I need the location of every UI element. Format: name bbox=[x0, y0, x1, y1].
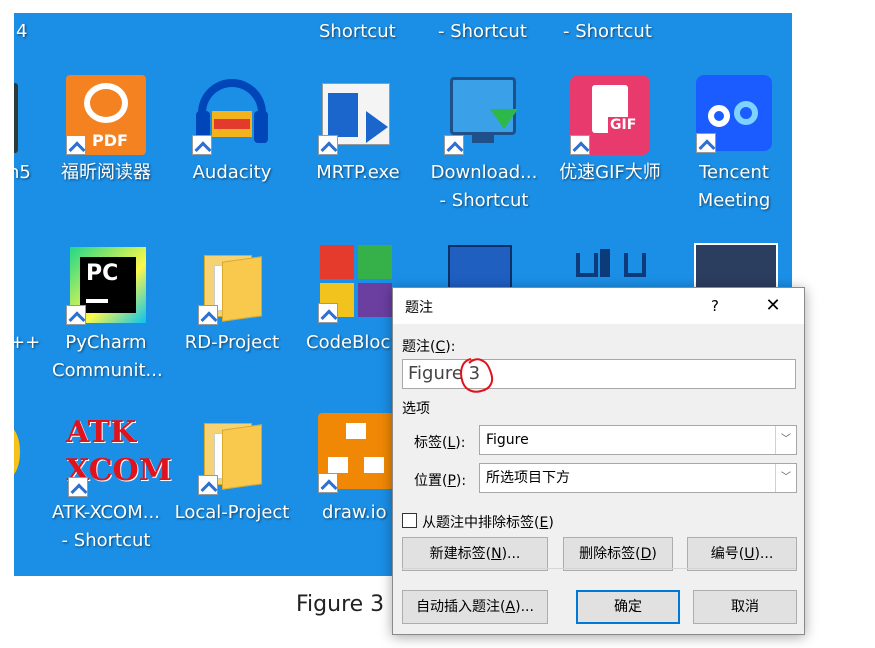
shortcut-arrow-icon bbox=[192, 135, 212, 155]
exclude-label-text[interactable]: 从题注中排除标签(E) bbox=[422, 512, 554, 532]
atk-text: ATK bbox=[66, 415, 137, 450]
help-button[interactable]: ? bbox=[701, 292, 729, 320]
desktop-icon-label[interactable]: - Shortcut bbox=[44, 527, 168, 555]
caption-dialog: 题注 ? ✕ 题注(C): Figure 3 选项 标签(L): Figure … bbox=[392, 287, 805, 635]
mrtp-exe-icon[interactable] bbox=[318, 83, 398, 155]
red-annotation-circle-icon bbox=[460, 358, 494, 393]
new-label-button[interactable]: 新建标签(N)... bbox=[402, 537, 548, 571]
download-shortcut-icon[interactable] bbox=[444, 75, 524, 155]
gif-text: GIF bbox=[608, 117, 639, 133]
label-field-label: 标签(L): bbox=[414, 435, 466, 451]
shortcut-arrow-icon bbox=[570, 135, 590, 155]
shortcut-arrow-icon bbox=[66, 135, 86, 155]
desktop-icon-label[interactable]: - Shortcut bbox=[426, 187, 542, 215]
desktop-icon-label[interactable]: Communit... bbox=[52, 357, 163, 385]
position-field-label: 位置(P): bbox=[414, 473, 467, 489]
desktop-label: 4 bbox=[16, 21, 28, 42]
chevron-down-icon[interactable]: ﹀ bbox=[775, 426, 796, 454]
desktop-icon-label[interactable]: Meeting bbox=[682, 187, 786, 215]
options-group-label: 选项 bbox=[402, 401, 430, 417]
desktop-label: - Shortcut bbox=[438, 21, 527, 42]
partial-app-icon[interactable] bbox=[14, 83, 18, 153]
desktop-icon-label[interactable]: ATK-XCOM... bbox=[44, 499, 168, 527]
position-select[interactable]: 所选项目下方 ﹀ bbox=[479, 463, 797, 493]
numbering-button[interactable]: 编号(U)... bbox=[687, 537, 797, 571]
position-select-value: 所选项目下方 bbox=[486, 470, 570, 486]
desktop-label: Shortcut bbox=[319, 21, 396, 42]
desktop-icon-label[interactable]: PyCharm bbox=[52, 329, 160, 357]
divider bbox=[402, 568, 796, 569]
atk-xcom-icon[interactable]: ATK XCOM bbox=[64, 415, 172, 499]
pycharm-icon[interactable]: PC bbox=[66, 247, 146, 325]
shortcut-arrow-icon bbox=[198, 475, 218, 495]
delete-label-button[interactable]: 删除标签(D) bbox=[563, 537, 673, 571]
audacity-icon[interactable] bbox=[192, 75, 272, 155]
desktop-icon-label[interactable]: n5 bbox=[14, 159, 31, 187]
shortcut-arrow-icon bbox=[66, 305, 86, 325]
shortcut-arrow-icon bbox=[318, 135, 338, 155]
shortcut-arrow-icon bbox=[318, 473, 338, 493]
caption-label: 题注(C): bbox=[402, 339, 456, 355]
desktop-icon-label[interactable]: Download... bbox=[426, 159, 542, 187]
network-icon[interactable] bbox=[574, 249, 646, 289]
foxit-pdf-icon[interactable]: PDF bbox=[66, 75, 146, 155]
desktop-icon-label[interactable]: CodeBloc bbox=[306, 329, 390, 357]
desktop-icon-label[interactable]: Audacity bbox=[178, 159, 286, 187]
gif-master-icon[interactable]: GIF bbox=[570, 75, 650, 155]
desktop-icon-label[interactable]: Tencent bbox=[682, 159, 786, 187]
tencent-meeting-icon[interactable] bbox=[696, 75, 772, 155]
partial-app-icon[interactable] bbox=[14, 427, 20, 477]
desktop-icon-label[interactable]: draw.io bbox=[322, 499, 387, 527]
folder-icon[interactable] bbox=[198, 419, 266, 495]
figure-caption-text: Figure 3 bbox=[296, 592, 385, 617]
pdf-text: PDF bbox=[92, 131, 128, 150]
desktop-icon-label[interactable]: MRTP.exe bbox=[304, 159, 412, 187]
desktop-icon-label[interactable]: 福昕阅读器 bbox=[52, 159, 160, 187]
desktop-icon-label[interactable]: 优速GIF大师 bbox=[550, 159, 670, 187]
shortcut-arrow-icon bbox=[68, 477, 88, 497]
chevron-down-icon[interactable]: ﹀ bbox=[775, 464, 796, 492]
autocaption-button[interactable]: 自动插入题注(A)... bbox=[402, 590, 548, 624]
shortcut-arrow-icon bbox=[696, 133, 716, 153]
shortcut-arrow-icon bbox=[318, 303, 338, 323]
desktop-icon-label[interactable]: RD-Project bbox=[178, 329, 286, 357]
exclude-label-checkbox[interactable] bbox=[402, 513, 417, 528]
desktop-icon-label[interactable]: ++ bbox=[14, 329, 40, 357]
close-button[interactable]: ✕ bbox=[751, 292, 795, 320]
dialog-title: 题注 bbox=[405, 300, 433, 316]
desktop-icon-label[interactable]: Local-Project bbox=[170, 499, 294, 527]
pc-text: PC bbox=[86, 261, 119, 286]
ok-button[interactable]: 确定 bbox=[576, 590, 680, 624]
label-select[interactable]: Figure ﹀ bbox=[479, 425, 797, 455]
drawio-icon[interactable] bbox=[318, 413, 394, 493]
title-bar[interactable]: 题注 ? ✕ bbox=[393, 288, 804, 324]
desktop-label: - Shortcut bbox=[563, 21, 652, 42]
document-thumbnail-icon[interactable] bbox=[694, 243, 778, 291]
cancel-button[interactable]: 取消 bbox=[693, 590, 797, 624]
label-select-value: Figure bbox=[486, 432, 529, 448]
shortcut-arrow-icon bbox=[444, 135, 464, 155]
shortcut-arrow-icon bbox=[198, 305, 218, 325]
computer-icon[interactable] bbox=[448, 245, 512, 291]
folder-icon[interactable] bbox=[198, 251, 266, 325]
codeblocks-icon[interactable] bbox=[318, 245, 398, 325]
